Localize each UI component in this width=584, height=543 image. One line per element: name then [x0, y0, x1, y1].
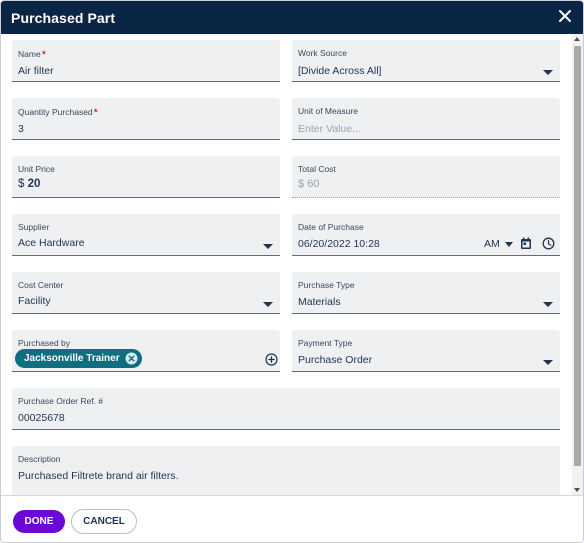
purchase-order-ref-value: 00025678: [18, 412, 65, 424]
name-label: Name*: [18, 49, 46, 61]
purchase-type-label: Purchase Type: [298, 280, 355, 290]
chip-label: Jacksonville Trainer: [24, 353, 120, 364]
date-of-purchase-field[interactable]: Date of Purchase 06/20/2022 10:28 AM: [292, 214, 560, 256]
payment-type-label: Payment Type: [298, 338, 353, 348]
date-of-purchase-value: 06/20/2022 10:28: [298, 238, 380, 250]
purchase-type-select[interactable]: Purchase Type Materials: [292, 272, 560, 314]
unit-price-field[interactable]: Unit Price $ 20: [12, 156, 280, 198]
add-circle-icon[interactable]: [265, 353, 278, 366]
chevron-down-icon: [263, 244, 273, 249]
dialog-title: Purchased Part: [11, 10, 116, 26]
chevron-down-icon: [505, 242, 513, 247]
unit-of-measure-label: Unit of Measure: [298, 106, 358, 116]
ampm-select[interactable]: AM: [484, 238, 500, 250]
calendar-icon[interactable]: [520, 237, 532, 250]
close-icon[interactable]: [555, 6, 575, 26]
unit-of-measure-placeholder: Enter Value...: [298, 123, 361, 135]
scroll-up-icon[interactable]: [574, 37, 580, 41]
work-source-value: [Divide Across All]: [298, 65, 382, 77]
supplier-value: Ace Hardware: [18, 237, 85, 249]
payment-type-value: Purchase Order: [298, 354, 373, 366]
purchased-by-label: Purchased by: [18, 338, 70, 348]
total-cost-label: Total Cost: [298, 164, 336, 174]
description-value: Purchased Filtrete brand air filters.: [18, 470, 179, 482]
dialog-body: Name* Air filter Work Source [Divide Acr…: [1, 34, 572, 495]
cancel-button[interactable]: CANCEL: [71, 509, 137, 534]
dialog-footer: DONE CANCEL: [1, 495, 583, 542]
done-button[interactable]: DONE: [13, 510, 65, 533]
total-cost-field: Total Cost $ 60: [292, 156, 560, 198]
supplier-label: Supplier: [18, 222, 50, 232]
chevron-down-icon: [543, 360, 553, 365]
quantity-value: 3: [18, 123, 24, 135]
purchased-by-field[interactable]: Purchased by Jacksonville Trainer: [12, 330, 280, 372]
payment-type-select[interactable]: Payment Type Purchase Order: [292, 330, 560, 372]
chevron-down-icon: [543, 302, 553, 307]
date-of-purchase-label: Date of Purchase: [298, 222, 364, 232]
description-field[interactable]: Description Purchased Filtrete brand air…: [12, 446, 560, 495]
chip-remove-icon[interactable]: [125, 352, 138, 365]
cost-center-label: Cost Center: [18, 280, 64, 290]
unit-of-measure-field[interactable]: Unit of Measure Enter Value...: [292, 98, 560, 140]
purchased-part-dialog: Purchased Part Name* Air filter Work Sou…: [0, 0, 584, 543]
purchase-order-ref-label: Purchase Order Ref. #: [18, 396, 104, 406]
user-chip[interactable]: Jacksonville Trainer: [15, 349, 142, 368]
name-field[interactable]: Name* Air filter: [12, 40, 280, 82]
chevron-down-icon: [543, 70, 553, 75]
quantity-label: Quantity Purchased*: [18, 107, 98, 119]
unit-price-label: Unit Price: [18, 164, 55, 174]
total-cost-value: $ 60: [298, 178, 320, 190]
quantity-field[interactable]: Quantity Purchased* 3: [12, 98, 280, 140]
dialog-header: Purchased Part: [1, 1, 583, 34]
currency-symbol: $: [298, 178, 305, 190]
required-mark: *: [93, 107, 98, 119]
cost-center-value: Facility: [18, 295, 51, 307]
cost-center-select[interactable]: Cost Center Facility: [12, 272, 280, 314]
unit-price-value: $ 20: [18, 178, 41, 190]
currency-symbol: $: [18, 178, 25, 190]
supplier-select[interactable]: Supplier Ace Hardware: [12, 214, 280, 256]
scrollbar[interactable]: [572, 34, 583, 495]
description-label: Description: [18, 454, 61, 464]
purchase-type-value: Materials: [298, 296, 341, 308]
clock-icon[interactable]: [542, 237, 555, 250]
work-source-label: Work Source: [298, 48, 347, 58]
work-source-select[interactable]: Work Source [Divide Across All]: [292, 40, 560, 82]
scrollbar-thumb[interactable]: [574, 46, 581, 466]
chevron-down-icon: [263, 302, 273, 307]
required-mark: *: [41, 49, 46, 61]
name-value: Air filter: [18, 65, 54, 77]
purchase-order-ref-field[interactable]: Purchase Order Ref. # 00025678: [12, 388, 560, 430]
scroll-down-icon[interactable]: [574, 488, 580, 492]
